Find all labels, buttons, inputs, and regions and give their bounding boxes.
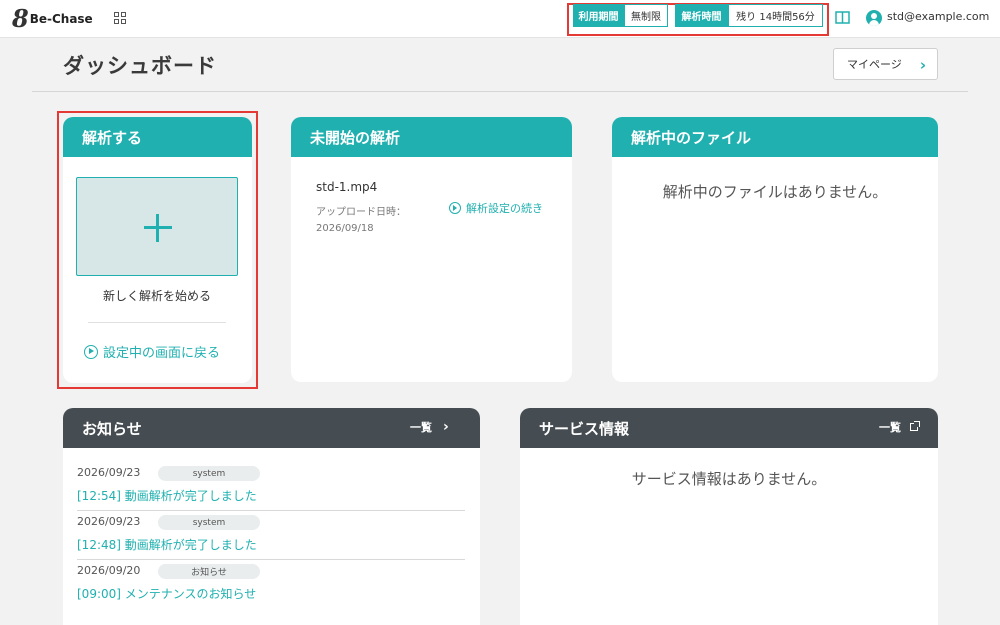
inprogress-card: 解析中のファイル bbox=[612, 117, 938, 382]
back-to-settings-label: 設定中の画面に戻る bbox=[103, 346, 221, 361]
new-analysis-button[interactable] bbox=[76, 177, 238, 276]
title-divider bbox=[32, 91, 968, 92]
chevron-right-icon: › bbox=[443, 419, 449, 435]
pending-card-title: 未開始の解析 bbox=[310, 128, 401, 147]
news-badge: system bbox=[158, 466, 260, 481]
service-info-card: サービス情報 bbox=[520, 408, 938, 625]
back-to-settings-link[interactable]: 設定中の画面に戻る bbox=[84, 342, 220, 361]
manual-book-icon[interactable] bbox=[835, 11, 850, 24]
news-date: 2026/09/20 bbox=[77, 564, 141, 577]
pending-card-header: 未開始の解析 bbox=[291, 117, 572, 157]
play-circle-icon bbox=[449, 202, 461, 214]
analyze-card-divider bbox=[88, 322, 226, 323]
service-list-label: 一覧 bbox=[879, 421, 901, 434]
user-email[interactable]: std@example.com bbox=[887, 10, 989, 23]
news-title[interactable]: [12:54] 動画解析が完了しました bbox=[77, 487, 257, 504]
pending-analysis-card: 未開始の解析 bbox=[291, 117, 572, 382]
continue-settings-link[interactable]: 解析設定の続き bbox=[449, 200, 543, 216]
play-circle-icon bbox=[84, 344, 98, 359]
analysis-time-value: 残り 14時間56分 bbox=[728, 4, 823, 27]
logo-text: Be-Chase bbox=[29, 12, 93, 26]
news-badge: お知らせ bbox=[158, 564, 260, 579]
page-title: ダッシュボード bbox=[63, 54, 217, 78]
news-title[interactable]: [09:00] メンテナンスのお知らせ bbox=[77, 585, 256, 602]
mypage-button-label: マイページ bbox=[847, 58, 902, 71]
chevron-right-icon: › bbox=[919, 56, 926, 74]
external-link-icon bbox=[910, 421, 920, 431]
news-date: 2026/09/23 bbox=[77, 515, 141, 528]
news-list-link[interactable]: 一覧 › bbox=[410, 419, 449, 435]
usage-period-value: 無制限 bbox=[624, 4, 668, 27]
service-card-title: サービス情報 bbox=[539, 419, 630, 438]
service-card-header: サービス情報 bbox=[520, 408, 938, 448]
service-list-link[interactable]: 一覧 bbox=[879, 419, 920, 435]
apps-grid-icon[interactable] bbox=[114, 12, 126, 24]
logo-mark: 8 bbox=[12, 4, 29, 33]
new-analysis-label[interactable]: 新しく解析を始める bbox=[76, 287, 238, 304]
usage-period-label: 利用期間 bbox=[573, 4, 624, 27]
upload-date-label: アップロード日時： bbox=[316, 207, 406, 218]
inprogress-card-title: 解析中のファイル bbox=[631, 128, 752, 147]
news-divider bbox=[77, 559, 465, 560]
news-divider bbox=[77, 510, 465, 511]
analysis-time-label: 解析時間 bbox=[675, 4, 728, 27]
news-badge: system bbox=[158, 515, 260, 530]
continue-settings-label: 解析設定の続き bbox=[466, 202, 543, 215]
service-empty-message: サービス情報はありません。 bbox=[631, 470, 827, 488]
news-item[interactable]: 2026/09/23 system [12:48] 動画解析が完了しました bbox=[77, 515, 465, 564]
news-title[interactable]: [12:48] 動画解析が完了しました bbox=[77, 536, 257, 553]
news-item[interactable]: 2026/09/23 system [12:54] 動画解析が完了しました bbox=[77, 466, 465, 515]
upload-date-value: 2026/09/18 bbox=[316, 223, 374, 234]
logo[interactable]: 8 Be-Chase bbox=[12, 6, 93, 32]
mypage-button[interactable]: マイページ › bbox=[833, 48, 938, 80]
news-list-label: 一覧 bbox=[410, 421, 432, 434]
news-card-title: お知らせ bbox=[82, 419, 142, 438]
inprogress-card-header: 解析中のファイル bbox=[612, 117, 938, 157]
news-item[interactable]: 2026/09/20 お知らせ [09:00] メンテナンスのお知らせ bbox=[77, 564, 465, 613]
top-header: 8 Be-Chase 利用期間 無制限 解析時間 残り 14時間56分 std@… bbox=[0, 0, 1000, 38]
user-avatar-icon[interactable] bbox=[866, 10, 882, 26]
news-date: 2026/09/23 bbox=[77, 466, 141, 479]
pending-file-name: std-1.mp4 bbox=[316, 180, 378, 194]
inprogress-empty-message: 解析中のファイルはありません。 bbox=[662, 183, 888, 201]
